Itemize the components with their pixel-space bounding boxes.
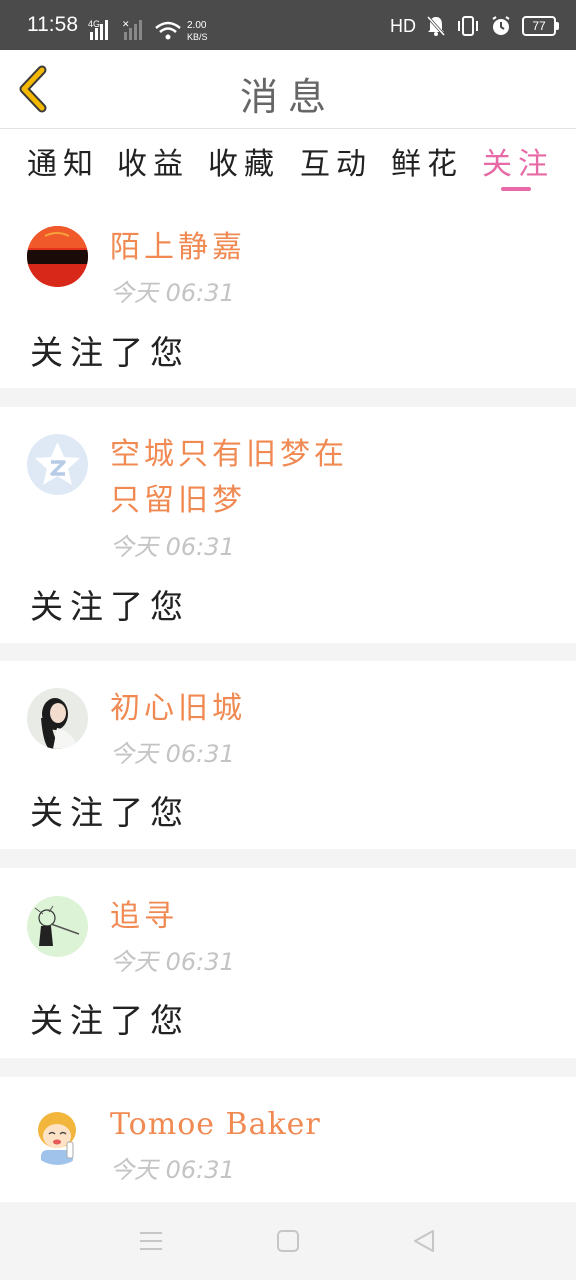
speed-unit: KB/S [187, 32, 208, 42]
battery-indicator: 77 [522, 16, 559, 36]
list-item[interactable]: 追寻 今天 06:31 关注了您 [0, 868, 576, 1058]
timestamp: 今天 06:31 [110, 279, 235, 307]
user-name[interactable]: Tomoe Baker [110, 1102, 321, 1148]
net-type-label: 4G [88, 19, 100, 29]
tab-favorites[interactable]: 收藏 [208, 139, 280, 183]
girl-photo-avatar-icon [27, 688, 88, 749]
list-item[interactable]: 初心旧城 今天 06:31 关注了您 [0, 661, 576, 849]
header: 消息 [0, 50, 576, 129]
system-nav-bar [0, 1202, 576, 1280]
avatar[interactable] [27, 688, 88, 749]
active-tab-indicator [501, 187, 531, 191]
vibrate-icon [458, 16, 478, 36]
signal-icons: 4G ✕ 2.00 KB/S [88, 19, 208, 42]
tab-following[interactable]: 关注 [482, 139, 554, 183]
user-name-line2[interactable]: 只留旧梦 [110, 478, 246, 524]
sunset-avatar-icon [27, 226, 88, 287]
list-item[interactable]: Tomoe Baker 今天 06:31 [0, 1077, 576, 1202]
bell-muted-icon [426, 16, 446, 36]
tab-interactions[interactable]: 互动 [300, 139, 372, 183]
status-time: 11:58 [27, 13, 78, 36]
avatar[interactable] [27, 896, 88, 957]
message-text: 关注了您 [30, 587, 190, 626]
avatar[interactable] [27, 1104, 88, 1165]
message-text: 关注了您 [30, 793, 190, 832]
status-bar: 11:58 4G ✕ 2.00 KB/S HD 77 [0, 0, 576, 50]
user-name[interactable]: 初心旧城 [110, 686, 246, 732]
tab-flowers[interactable]: 鲜花 [391, 139, 463, 183]
alarm-icon [492, 16, 510, 35]
tab-bar: 通知 收益 收藏 互动 鲜花 关注 [0, 129, 576, 201]
cartoon-avatar-icon [27, 1104, 88, 1165]
avatar[interactable] [27, 226, 88, 287]
timestamp: 今天 06:31 [110, 1156, 235, 1184]
timestamp: 今天 06:31 [110, 740, 235, 768]
user-name-line1[interactable]: 空城只有旧梦在 [110, 432, 348, 478]
tab-notifications[interactable]: 通知 [27, 139, 99, 183]
status-right-icons: HD 77 [390, 14, 559, 38]
qq-star-avatar-icon [27, 434, 88, 495]
message-text: 关注了您 [30, 1001, 190, 1040]
user-name[interactable]: 追寻 [110, 894, 178, 940]
speed-value: 2.00 [187, 20, 207, 31]
hd-label: HD [390, 15, 416, 36]
timestamp: 今天 06:31 [110, 948, 235, 976]
menu-icon[interactable] [138, 1228, 164, 1254]
avatar[interactable] [27, 434, 88, 495]
sketch-avatar-icon [27, 896, 88, 957]
list-item[interactable]: 空城只有旧梦在 只留旧梦 今天 06:31 关注了您 [0, 407, 576, 643]
message-text: 关注了您 [30, 333, 190, 372]
list-item[interactable]: 陌上静嘉 今天 06:31 关注了您 [0, 201, 576, 388]
back-triangle-icon[interactable] [411, 1228, 437, 1254]
svg-text:✕: ✕ [122, 19, 130, 29]
tab-earnings[interactable]: 收益 [117, 139, 189, 183]
user-name[interactable]: 陌上静嘉 [110, 225, 246, 271]
page-title: 消息 [239, 75, 336, 119]
timestamp: 今天 06:31 [110, 533, 235, 561]
home-square-icon[interactable] [275, 1228, 301, 1254]
